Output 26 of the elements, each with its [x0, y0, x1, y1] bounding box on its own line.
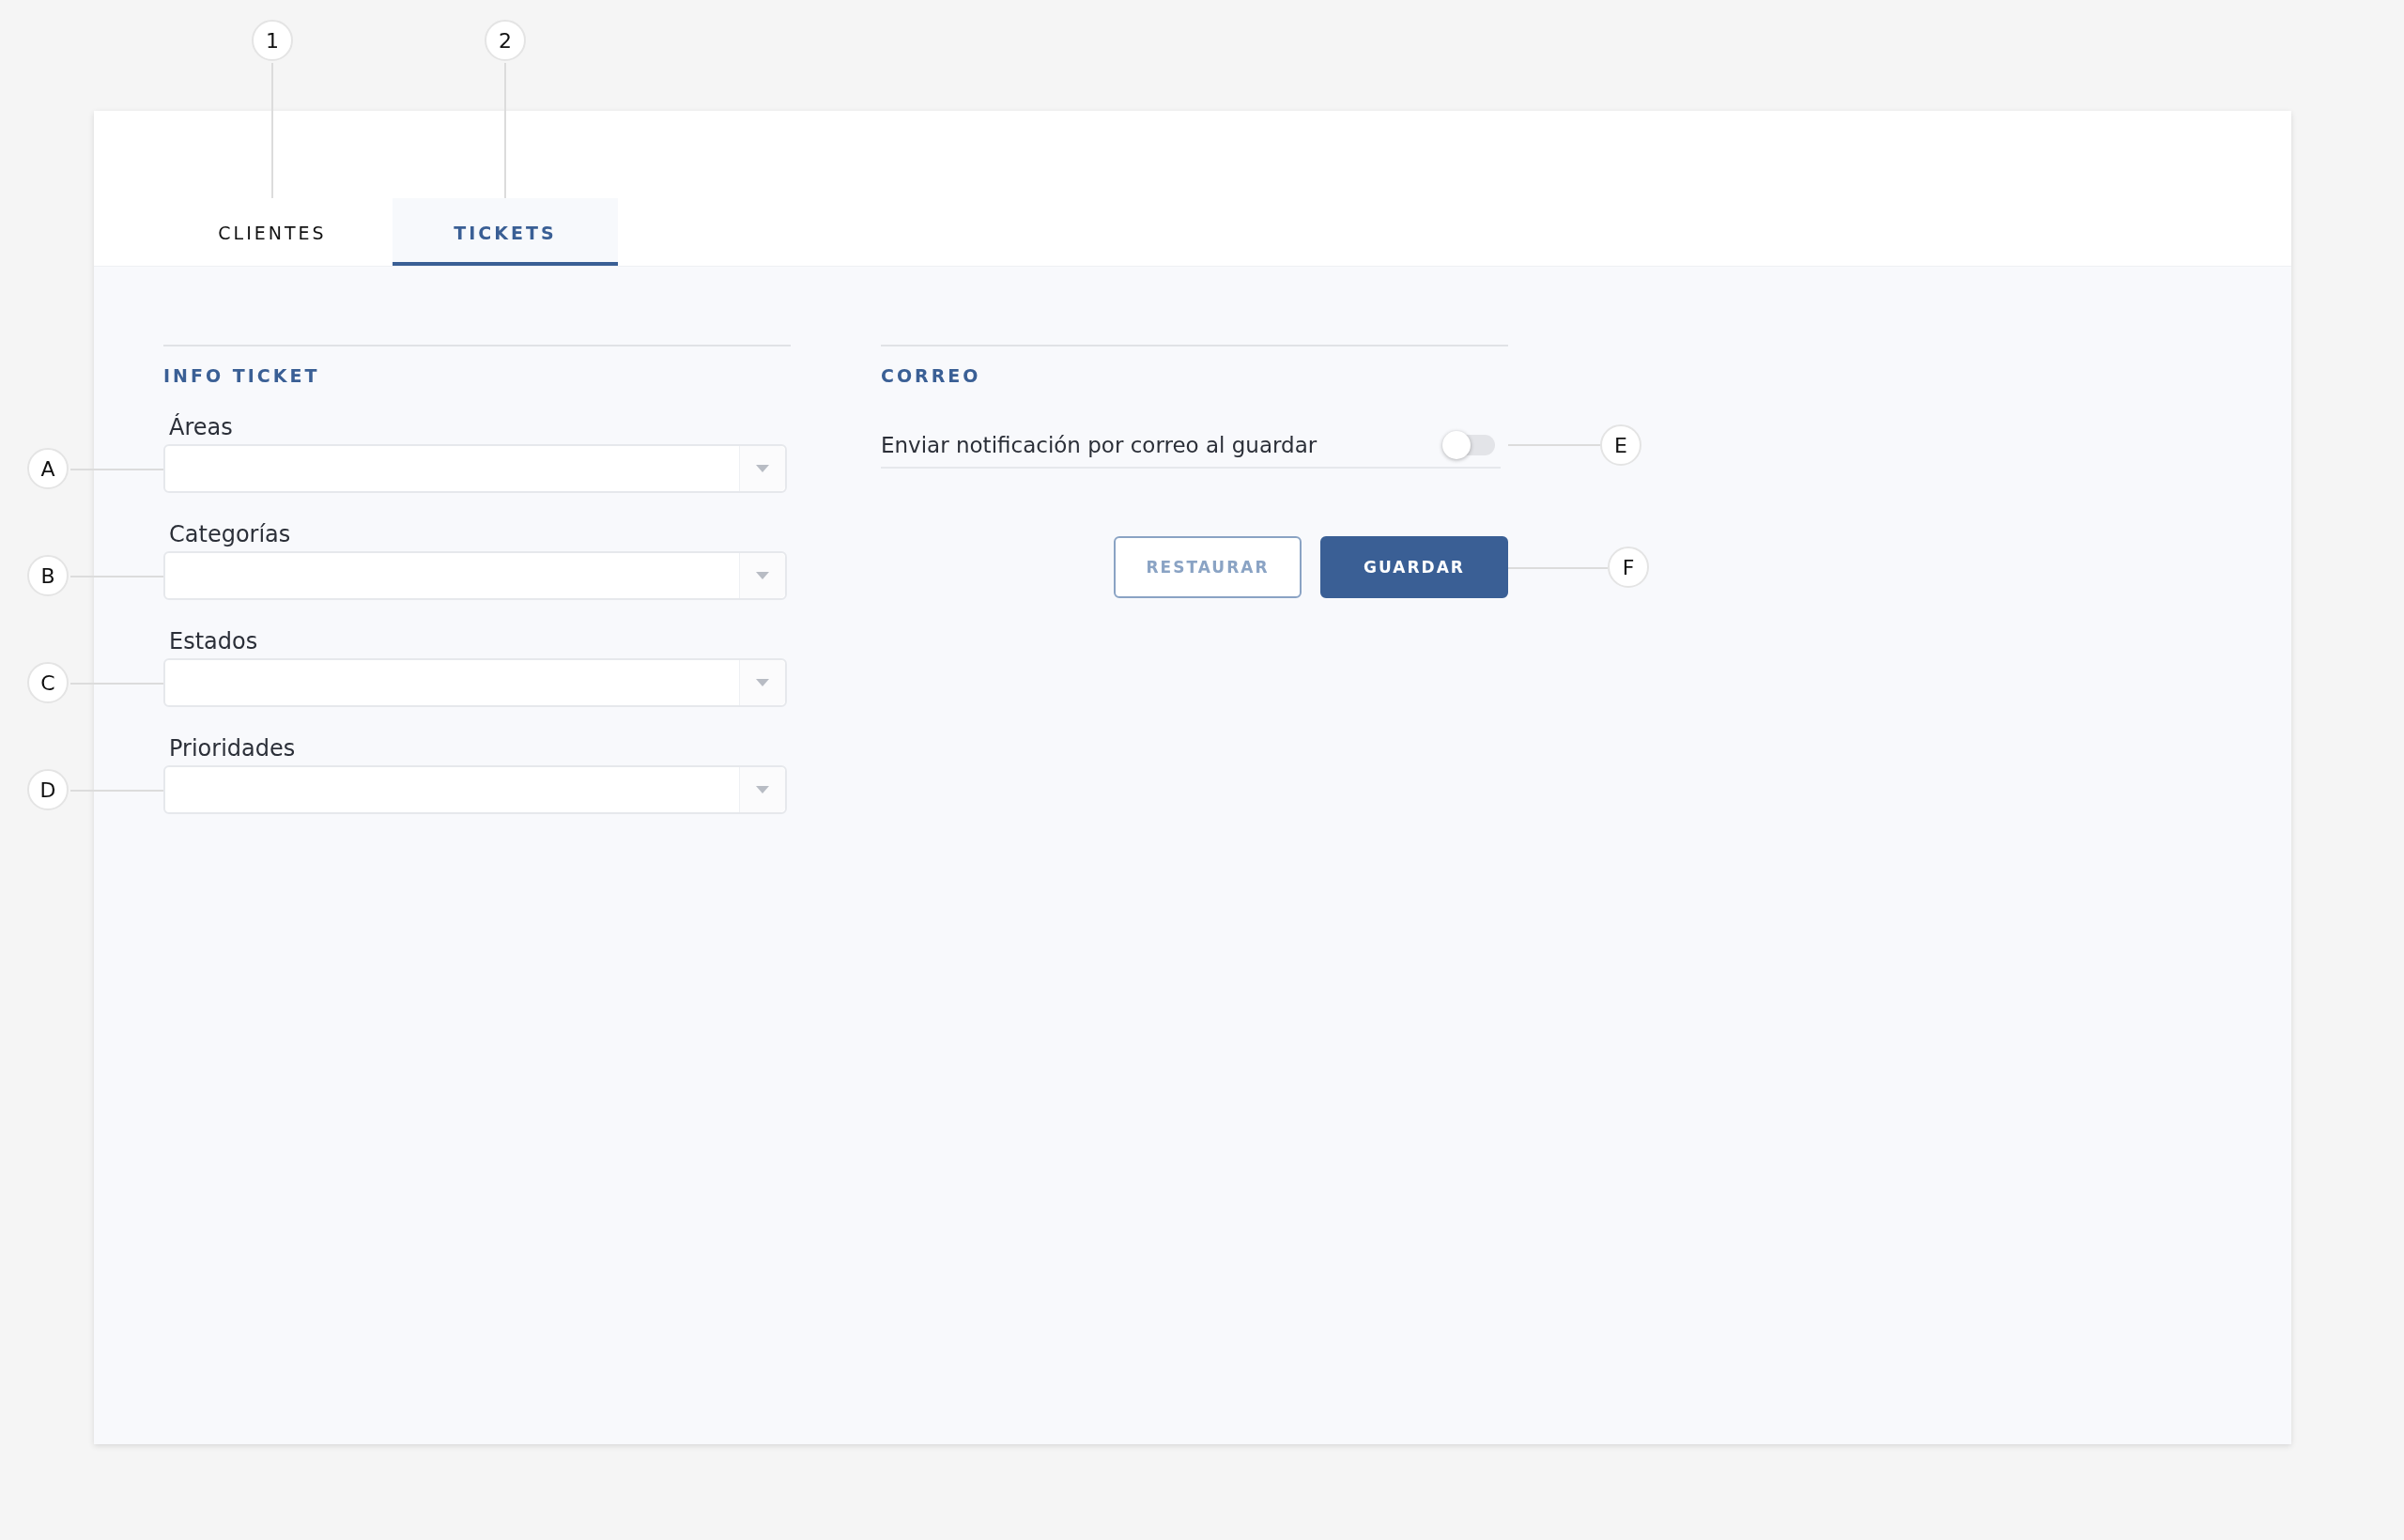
callout-badge: C: [27, 662, 69, 703]
field-label: Categorías: [168, 521, 292, 547]
callout-badge: A: [27, 448, 69, 489]
dropdown-field[interactable]: [163, 444, 787, 493]
save-button[interactable]: GUARDAR: [1320, 536, 1508, 598]
callout-badge: E: [1600, 424, 1641, 466]
field-label: Áreas: [168, 414, 234, 440]
callout-badge: F: [1608, 547, 1649, 588]
dropdown-field[interactable]: [163, 765, 787, 814]
caret-icon: [756, 679, 769, 686]
tab[interactable]: CLIENTES: [160, 198, 385, 266]
callout-badge: D: [27, 769, 69, 810]
caret-icon: [756, 786, 769, 793]
dropdown-field[interactable]: [163, 551, 787, 600]
tab[interactable]: TICKETS: [393, 198, 618, 266]
caret-icon: [756, 572, 769, 579]
field-label: Estados: [168, 628, 259, 654]
toggle-label: Enviar notificación por correo al guardar: [881, 433, 1318, 457]
callout-badge: B: [27, 555, 69, 596]
section-title: CORREO: [881, 365, 982, 386]
callout-badge: 2: [485, 20, 526, 61]
caret-icon: [756, 465, 769, 472]
dropdown-field[interactable]: [163, 658, 787, 707]
field-label: Prioridades: [168, 735, 297, 762]
callout-badge: 1: [252, 20, 293, 61]
section-title: INFO TICKET: [163, 365, 321, 386]
